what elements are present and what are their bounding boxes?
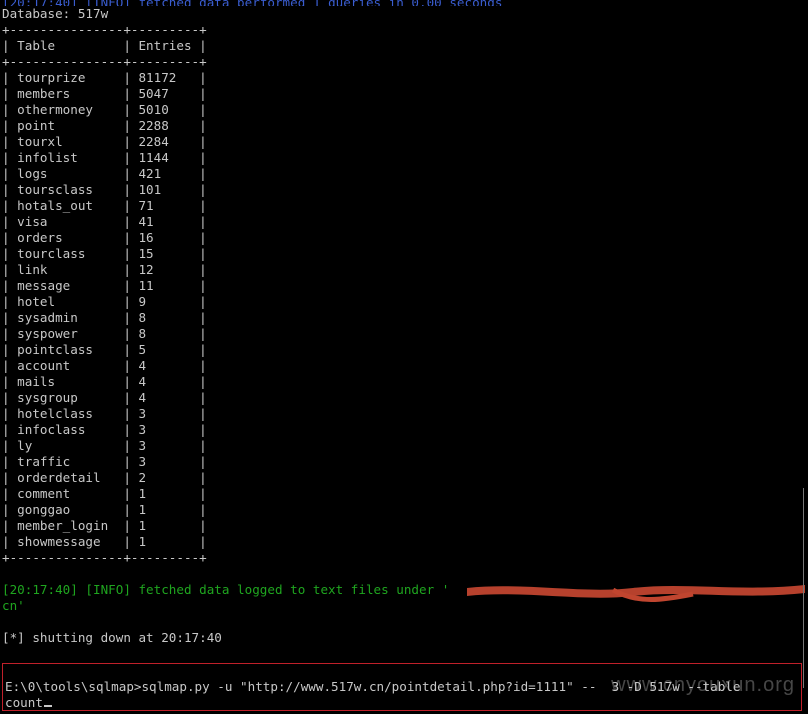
table-row: | account | 4 | <box>2 358 207 373</box>
table-row: | showmessage | 1 | <box>2 534 207 549</box>
table-row: | ly | 3 | <box>2 438 207 453</box>
table-border-top: +---------------+---------+ <box>2 22 207 37</box>
terminal-output: [20:17:40] [INFO] fetched data performed… <box>2 0 808 646</box>
table-rows: | tourprize | 81172 | | members | 5047 | |… <box>2 70 808 550</box>
table-row: | visa | 41 | <box>2 214 207 229</box>
table-row: | hotel | 9 | <box>2 294 207 309</box>
table-row: | syspower | 8 | <box>2 326 207 341</box>
table-row: | comment | 1 | <box>2 486 207 501</box>
command-highlight-box: E:\0\tools\sqlmap>sqlmap.py -u "http://w… <box>2 663 802 711</box>
table-border-bottom: +---------------+---------+ <box>2 550 207 565</box>
table-row: | tourprize | 81172 | <box>2 70 207 85</box>
table-border-mid: +---------------+---------+ <box>2 54 207 69</box>
table-row: | hotals_out | 71 | <box>2 198 207 213</box>
table-row: | point | 2288 | <box>2 118 207 133</box>
table-row: | toursclass | 101 | <box>2 182 207 197</box>
table-row: | sysgroup | 4 | <box>2 390 207 405</box>
command-continuation[interactable]: count <box>5 695 740 711</box>
table-row: | gonggao | 1 | <box>2 502 207 517</box>
table-row: | members | 5047 | <box>2 86 207 101</box>
table-row: | traffic | 3 | <box>2 454 207 469</box>
table-header: | Table | Entries | <box>2 38 207 53</box>
watermark: www.cnyouxun.org <box>611 674 795 696</box>
table-row: | infolist | 1144 | <box>2 150 207 165</box>
table-row: | logs | 421 | <box>2 166 207 181</box>
database-line: Database: 517w <box>2 6 109 21</box>
table-row: | sysadmin | 8 | <box>2 310 207 325</box>
table-row: | mails | 4 | <box>2 374 207 389</box>
redaction-mark <box>467 585 805 602</box>
table-row: | othermoney | 5010 | <box>2 102 207 117</box>
table-row: | hotelclass | 3 | <box>2 406 207 421</box>
table-row: | link | 12 | <box>2 262 207 277</box>
table-row: | orderdetail | 2 | <box>2 470 207 485</box>
table-row: | tourxl | 2284 | <box>2 134 207 149</box>
table-row: | pointclass | 5 | <box>2 342 207 357</box>
table-row: | member_login | 1 | <box>2 518 207 533</box>
text-cursor <box>43 705 52 707</box>
shutdown-line: [*] shutting down at 20:17:40 <box>2 630 222 645</box>
table-row: | infoclass | 3 | <box>2 422 207 437</box>
table-row: | message | 11 | <box>2 278 207 293</box>
scrollbar[interactable] <box>803 488 808 688</box>
table-row: | orders | 16 | <box>2 230 207 245</box>
table-row: | tourclass | 15 | <box>2 246 207 261</box>
